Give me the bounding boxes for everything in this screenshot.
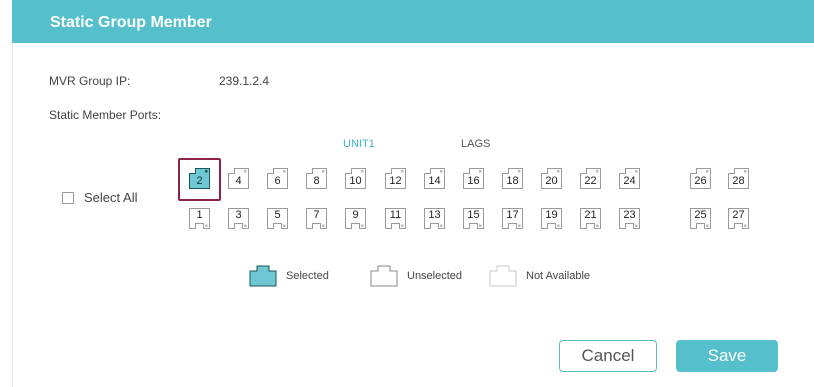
port-number: 23 <box>623 209 636 221</box>
port-15[interactable]: 15 <box>463 208 484 229</box>
port-number: 6 <box>274 175 281 187</box>
port-6[interactable]: 6 <box>267 168 288 189</box>
port-number: 24 <box>623 175 636 187</box>
port-11[interactable]: 11 <box>385 208 406 229</box>
port-28[interactable]: 28 <box>728 168 749 189</box>
tab-unit1[interactable]: UNIT1 <box>343 138 375 150</box>
port-number: 26 <box>694 175 707 187</box>
port-number: 19 <box>545 209 558 221</box>
port-number: 27 <box>732 209 745 221</box>
save-button[interactable]: Save <box>676 340 778 372</box>
port-focus-highlight <box>178 158 221 201</box>
legend-not-available-label: Not Available <box>526 270 591 282</box>
member-ports-label: Static Member Ports: <box>49 108 162 122</box>
port-number: 15 <box>467 209 480 221</box>
port-number: 14 <box>428 175 441 187</box>
port-16[interactable]: 16 <box>463 168 484 189</box>
port-3[interactable]: 3 <box>228 208 249 229</box>
legend-selected-icon <box>249 265 277 287</box>
port-27[interactable]: 27 <box>728 208 749 229</box>
panel-header: Static Group Member <box>12 0 814 43</box>
port-number: 22 <box>584 175 597 187</box>
port-number: 25 <box>694 209 707 221</box>
cancel-button[interactable]: Cancel <box>559 340 657 372</box>
port-26[interactable]: 26 <box>690 168 711 189</box>
port-23[interactable]: 23 <box>619 208 640 229</box>
port-17[interactable]: 17 <box>502 208 523 229</box>
port-18[interactable]: 18 <box>502 168 523 189</box>
port-number: 3 <box>235 209 242 221</box>
port-number: 7 <box>313 209 320 221</box>
legend-unselected: Unselected <box>370 265 462 287</box>
port-number: 18 <box>506 175 519 187</box>
port-number: 13 <box>428 209 441 221</box>
port-number: 20 <box>545 175 558 187</box>
group-ip-label: MVR Group IP: <box>49 74 131 88</box>
port-8[interactable]: 8 <box>306 168 327 189</box>
legend-selected-label: Selected <box>286 270 329 282</box>
port-number: 1 <box>196 209 203 221</box>
port-number: 17 <box>506 209 519 221</box>
port-21[interactable]: 21 <box>580 208 601 229</box>
port-4[interactable]: 4 <box>228 168 249 189</box>
port-number: 28 <box>732 175 745 187</box>
port-14[interactable]: 14 <box>424 168 445 189</box>
port-20[interactable]: 20 <box>541 168 562 189</box>
legend-not-available: Not Available <box>489 265 590 287</box>
port-1[interactable]: 1 <box>189 208 210 229</box>
legend-selected: Selected <box>249 265 329 287</box>
port-number: 5 <box>274 209 281 221</box>
port-number: 21 <box>584 209 597 221</box>
port-number: 9 <box>352 209 359 221</box>
legend-unselected-icon <box>370 265 398 287</box>
port-9[interactable]: 9 <box>345 208 366 229</box>
port-13[interactable]: 13 <box>424 208 445 229</box>
legend-unselected-label: Unselected <box>407 270 463 282</box>
port-24[interactable]: 24 <box>619 168 640 189</box>
port-10[interactable]: 10 <box>345 168 366 189</box>
port-7[interactable]: 7 <box>306 208 327 229</box>
port-number: 12 <box>389 175 402 187</box>
port-12[interactable]: 12 <box>385 168 406 189</box>
select-all-label: Select All <box>84 190 138 205</box>
select-all[interactable]: Select All <box>62 190 137 205</box>
port-number: 11 <box>389 209 402 221</box>
group-ip-value: 239.1.2.4 <box>219 74 270 88</box>
port-number: 8 <box>313 175 320 187</box>
port-number: 4 <box>235 175 242 187</box>
legend-not-available-icon <box>489 265 517 287</box>
port-22[interactable]: 22 <box>580 168 601 189</box>
port-25[interactable]: 25 <box>690 208 711 229</box>
port-19[interactable]: 19 <box>541 208 562 229</box>
tab-lags[interactable]: LAGS <box>461 138 490 150</box>
port-number: 10 <box>349 175 362 187</box>
panel-title: Static Group Member <box>50 14 212 31</box>
port-number: 16 <box>467 175 480 187</box>
port-5[interactable]: 5 <box>267 208 288 229</box>
select-all-checkbox[interactable] <box>62 191 74 204</box>
